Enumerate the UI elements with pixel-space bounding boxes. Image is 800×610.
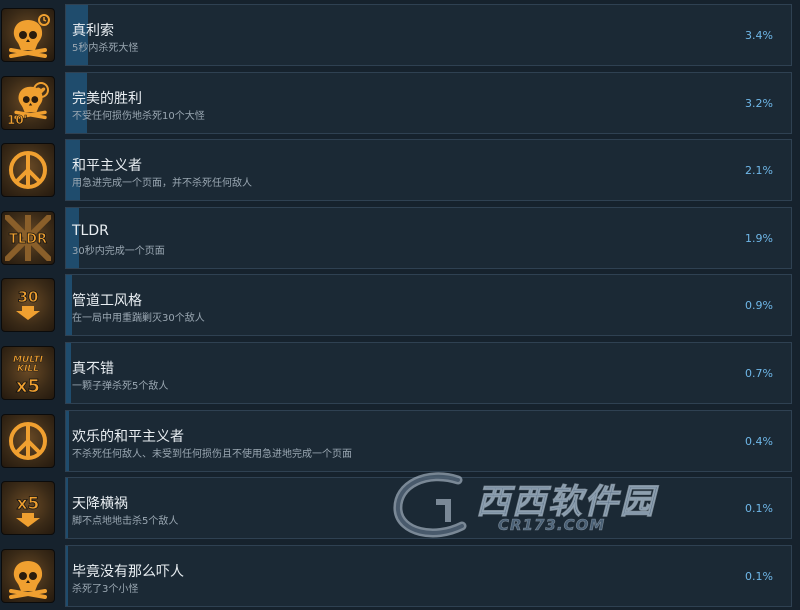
achievement-percent: 3.4%: [745, 29, 773, 42]
svg-text:30: 30: [18, 288, 39, 306]
achievement-progress-fill: [66, 546, 68, 606]
achievement-percent: 0.4%: [745, 435, 773, 448]
achievement-title: 和平主义者: [72, 158, 142, 174]
achievement-title: 真不错: [72, 361, 114, 377]
svg-text:10': 10': [7, 113, 27, 126]
arrow-down-x5-icon: x5: [1, 481, 55, 535]
achievement-description: 5秒内杀死大怪: [72, 43, 139, 54]
achievement-title: 毕竟没有那么吓人: [72, 564, 184, 580]
achievement-row: 真利索 5秒内杀死大怪 3.4%: [0, 4, 800, 66]
achievement-percent: 0.7%: [745, 367, 773, 380]
achievement-percent: 2.1%: [745, 164, 773, 177]
skull-icon: [1, 549, 55, 603]
tldr-icon: TLDR: [1, 211, 55, 265]
achievement-row: MULTI KILL x5 真不错 一颗子弹杀死5个敌人 0.7%: [0, 342, 800, 404]
svg-text:TLDR: TLDR: [9, 232, 47, 247]
peace-sign-icon: [1, 414, 55, 468]
peace-sign-icon: [1, 143, 55, 197]
achievement-row: 毕竟没有那么吓人杀死了3个小怪 0.1%: [0, 545, 800, 607]
achievement-description: 脚不点地地击杀5个敌人: [72, 516, 179, 527]
achievement-progress-fill: [66, 411, 69, 471]
achievement-description: 30秒内完成一个页面: [72, 246, 165, 257]
achievement-percent: 0.1%: [745, 502, 773, 515]
achievement-progress-bar: [65, 72, 792, 134]
achievement-title: 管道工风格: [72, 293, 142, 309]
arrow-down-30-icon: 30: [1, 278, 55, 332]
achievement-progress-bar: [65, 207, 792, 269]
achievement-row: 30 管道工风格在一局中用重踹剿灭30个敌人 0.9%: [0, 274, 800, 336]
achievement-title: 天降横祸: [72, 496, 128, 512]
achievement-progress-bar: [65, 274, 792, 336]
achievement-description: 不受任何损伤地杀死10个大怪: [72, 111, 205, 122]
achievement-row: 和平主义者用急进完成一个页面，并不杀死任何敌人 2.1%: [0, 139, 800, 201]
achievement-progress-fill: [66, 478, 68, 538]
svg-text:KILL: KILL: [17, 364, 39, 374]
achievement-progress-fill: [66, 343, 71, 403]
achievement-progress-bar: [65, 4, 792, 66]
achievement-percent: 3.2%: [745, 97, 773, 110]
achievement-progress-bar: [65, 477, 792, 539]
achievement-title: 欢乐的和平主义者: [72, 429, 184, 445]
achievement-row: 欢乐的和平主义者不杀死任何敌人、未受到任何损伤且不使用急进地完成一个页面 0.4%: [0, 410, 800, 472]
skull-heart-10-icon: 10': [1, 76, 55, 130]
achievement-description: 杀死了3个小怪: [72, 584, 139, 595]
achievement-row: x5 天降横祸脚不点地地击杀5个敌人 0.1%: [0, 477, 800, 539]
skull-timer-icon: [1, 8, 55, 62]
svg-text:x5: x5: [17, 494, 40, 514]
achievement-percent: 0.1%: [745, 570, 773, 583]
achievement-description: 用急进完成一个页面，并不杀死任何敌人: [72, 178, 252, 189]
multi-kill-x5-icon: MULTI KILL x5: [1, 346, 55, 400]
achievement-description: 在一局中用重踹剿灭30个敌人: [72, 313, 205, 324]
achievement-percent: 0.9%: [745, 299, 773, 312]
achievement-title: 真利索: [72, 23, 114, 39]
achievement-progress-bar: [65, 342, 792, 404]
achievement-description: 不杀死任何敌人、未受到任何损伤且不使用急进地完成一个页面: [72, 449, 352, 460]
achievement-percent: 1.9%: [745, 232, 773, 245]
svg-text:x5: x5: [16, 376, 40, 396]
achievement-list: 真利索 5秒内杀死大怪 3.4% 10' 完美的胜利不受任何损伤地杀死10个大怪 3.2…: [0, 0, 800, 610]
achievement-description: 一颗子弹杀死5个敌人: [72, 381, 169, 392]
achievement-progress-bar: [65, 139, 792, 201]
achievement-row: 10' 完美的胜利不受任何损伤地杀死10个大怪 3.2%: [0, 72, 800, 134]
achievement-row: TLDR TLDR 30秒内完成一个页面 1.9%: [0, 207, 800, 269]
achievement-title: 完美的胜利: [72, 91, 142, 107]
achievement-title: TLDR: [72, 223, 109, 239]
